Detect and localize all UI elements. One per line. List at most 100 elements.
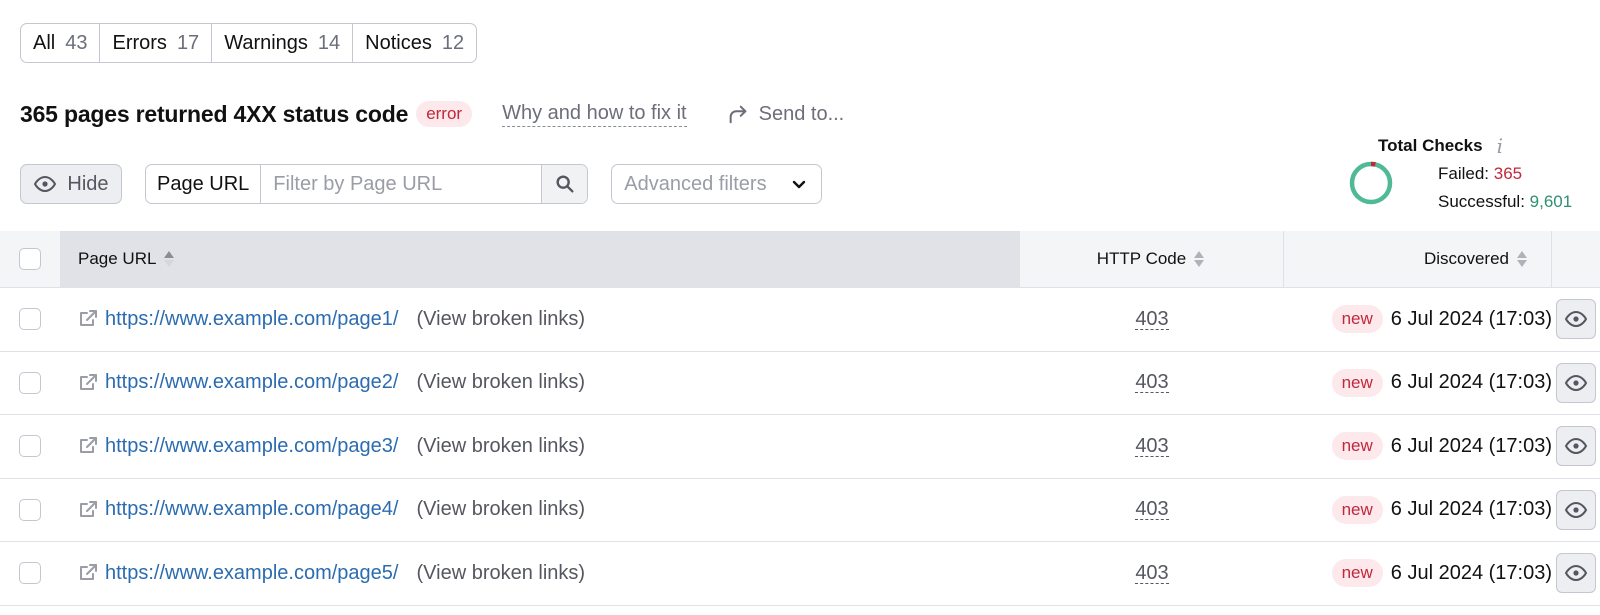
discovered-date: 6 Jul 2024 (17:03): [1390, 434, 1552, 457]
donut-failed-arc: [1370, 161, 1376, 167]
tab-warnings[interactable]: Warnings 14: [212, 24, 354, 62]
page-url-link[interactable]: https://www.example.com/page4/: [105, 498, 398, 521]
http-code-value[interactable]: 403: [1135, 309, 1169, 330]
page-url-link[interactable]: https://www.example.com/page2/: [105, 371, 398, 394]
tab-count: 12: [441, 31, 465, 54]
external-link-icon[interactable]: [78, 309, 98, 329]
info-icon[interactable]: i: [1497, 134, 1503, 158]
tab-count: 14: [317, 31, 341, 54]
pages-table: Page URL HTTP Code Discovered https://ww…: [0, 231, 1600, 606]
total-checks-label: Total Checks: [1378, 136, 1483, 155]
issue-header: 365 pages returned 4XX status code error…: [20, 96, 844, 132]
external-link-icon[interactable]: [78, 373, 98, 393]
new-badge: new: [1331, 432, 1383, 461]
http-code-cell: 403: [1020, 288, 1284, 351]
actions-cell: [1552, 352, 1600, 415]
url-cell: https://www.example.com/page2/ (View bro…: [60, 352, 1020, 415]
send-to-button[interactable]: Send to...: [727, 102, 845, 126]
view-details-button[interactable]: [1556, 426, 1596, 467]
row-checkbox[interactable]: [19, 498, 41, 521]
discovered-cell: new 6 Jul 2024 (17:03): [1284, 542, 1552, 605]
http-code-cell: 403: [1020, 415, 1284, 478]
view-broken-links-link[interactable]: (View broken links): [416, 562, 585, 585]
http-code-value[interactable]: 403: [1135, 372, 1169, 394]
advanced-filters-label: Advanced filters: [624, 172, 767, 195]
sort-icon: [1194, 251, 1205, 267]
view-details-button[interactable]: [1556, 553, 1596, 594]
why-and-how-to-fix-link[interactable]: Why and how to fix it: [502, 102, 687, 127]
view-details-button[interactable]: [1556, 489, 1596, 530]
page-url-filter-input[interactable]: [261, 165, 542, 203]
actions-cell: [1552, 542, 1600, 605]
advanced-filters-dropdown[interactable]: Advanced filters: [611, 164, 823, 204]
tab-count: 43: [65, 31, 88, 54]
url-cell: https://www.example.com/page1/ (View bro…: [60, 288, 1020, 351]
table-row: https://www.example.com/page5/ (View bro…: [0, 542, 1600, 606]
http-code-value[interactable]: 403: [1135, 563, 1169, 584]
row-checkbox-cell: [0, 415, 60, 478]
http-code-value[interactable]: 403: [1135, 436, 1169, 457]
tab-all[interactable]: All 43: [21, 24, 101, 62]
table-row: https://www.example.com/page2/ (View bro…: [0, 352, 1600, 415]
http-code-value[interactable]: 403: [1135, 499, 1169, 521]
external-link-icon[interactable]: [78, 436, 98, 456]
column-header-http-code[interactable]: HTTP Code: [1020, 231, 1284, 287]
view-broken-links-link[interactable]: (View broken links): [416, 435, 585, 458]
row-checkbox[interactable]: [19, 308, 41, 331]
hide-button[interactable]: Hide: [20, 164, 122, 204]
column-header-discovered[interactable]: Discovered: [1284, 231, 1552, 287]
http-code-cell: 403: [1020, 479, 1284, 542]
total-checks-title: Total Checks i: [1378, 134, 1598, 158]
donut-success-arc: [1349, 161, 1393, 205]
http-code-cell: 403: [1020, 542, 1284, 605]
table-header: Page URL HTTP Code Discovered: [0, 231, 1600, 288]
table-row: https://www.example.com/page3/ (View bro…: [0, 415, 1600, 479]
external-link-icon[interactable]: [78, 500, 98, 520]
chevron-down-icon: [793, 180, 806, 189]
tab-errors[interactable]: Errors 17: [100, 24, 213, 62]
new-badge: new: [1331, 368, 1383, 397]
discovered-date: 6 Jul 2024 (17:03): [1390, 371, 1552, 394]
column-header-actions: [1552, 231, 1600, 287]
successful-stat: Successful: 9,601: [1438, 188, 1572, 216]
column-label: Page URL: [78, 249, 157, 268]
eye-icon: [1564, 438, 1588, 455]
select-all-checkbox[interactable]: [19, 248, 41, 270]
tab-label: All: [33, 31, 56, 54]
row-checkbox[interactable]: [19, 562, 41, 585]
failed-stat: Failed: 365: [1438, 160, 1572, 188]
row-checkbox[interactable]: [19, 435, 41, 458]
hide-label: Hide: [67, 172, 109, 195]
discovered-date: 6 Jul 2024 (17:03): [1390, 498, 1552, 521]
view-details-button[interactable]: [1556, 299, 1596, 340]
filter-field-label[interactable]: Page URL: [146, 165, 262, 203]
page-url-link[interactable]: https://www.example.com/page3/: [105, 435, 398, 458]
row-checkbox[interactable]: [19, 371, 41, 394]
view-broken-links-link[interactable]: (View broken links): [416, 308, 585, 331]
url-cell: https://www.example.com/page3/ (View bro…: [60, 415, 1020, 478]
tab-count: 17: [176, 31, 200, 54]
external-link-icon[interactable]: [78, 563, 98, 583]
send-to-label: Send to...: [758, 102, 845, 125]
new-badge: new: [1331, 495, 1383, 524]
page-url-link[interactable]: https://www.example.com/page1/: [105, 308, 398, 331]
page-url-filter: Page URL: [145, 164, 589, 204]
search-button[interactable]: [541, 165, 588, 203]
row-checkbox-cell: [0, 479, 60, 542]
tab-notices[interactable]: Notices 12: [353, 24, 476, 62]
checks-stats: Failed: 365 Successful: 9,601: [1438, 160, 1572, 216]
page-url-link[interactable]: https://www.example.com/page5/: [105, 562, 398, 585]
url-cell: https://www.example.com/page5/ (View bro…: [60, 542, 1020, 605]
table-row: https://www.example.com/page1/ (View bro…: [0, 288, 1600, 352]
view-details-button[interactable]: [1556, 362, 1596, 403]
new-badge: new: [1331, 305, 1383, 334]
new-badge: new: [1331, 559, 1383, 588]
row-checkbox-cell: [0, 542, 60, 605]
view-broken-links-link[interactable]: (View broken links): [416, 498, 585, 521]
view-broken-links-link[interactable]: (View broken links): [416, 371, 585, 394]
discovered-cell: new 6 Jul 2024 (17:03): [1284, 479, 1552, 542]
checks-donut-chart: [1349, 161, 1393, 205]
column-header-page-url[interactable]: Page URL: [60, 231, 1020, 287]
url-cell: https://www.example.com/page4/ (View bro…: [60, 479, 1020, 542]
total-checks-widget: Total Checks i Failed: 365 Successful: 9…: [1349, 134, 1598, 211]
